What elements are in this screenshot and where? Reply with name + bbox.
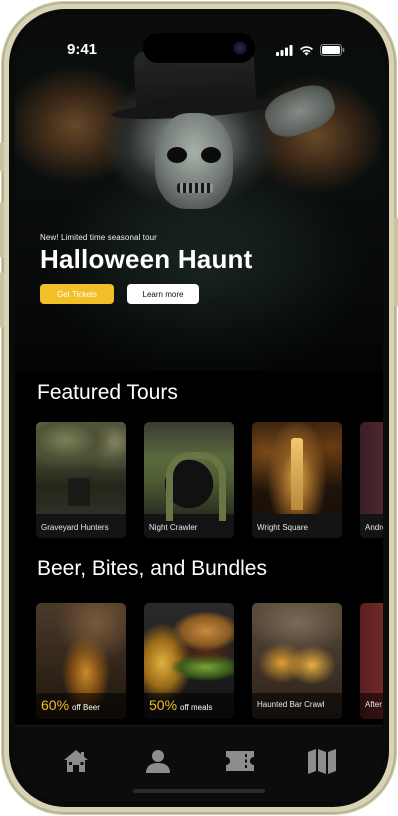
tab-bar <box>15 725 383 801</box>
screen: New! Limited time seasonal tour Hallowee… <box>15 15 383 801</box>
map-icon <box>308 749 336 774</box>
tour-image <box>144 422 234 521</box>
tour-label: Andre <box>365 523 383 532</box>
tab-map[interactable] <box>302 744 342 778</box>
get-tickets-button[interactable]: Get Tickets <box>40 284 114 304</box>
status-bar: 9:41 <box>15 15 383 63</box>
dynamic-island <box>143 33 255 63</box>
featured-tours-carousel[interactable]: Graveyard Hunters Night Crawler Wright S… <box>36 422 383 538</box>
tour-card[interactable]: Andre <box>360 422 383 538</box>
bundle-card[interactable]: 60% off Beer <box>36 603 126 719</box>
bundle-label: After <box>365 700 382 709</box>
promo-label: off Beer <box>72 703 100 712</box>
bundle-card[interactable]: Haunted Bar Crawl <box>252 603 342 719</box>
home-icon <box>64 750 88 772</box>
tab-list <box>15 744 383 778</box>
tour-label: Night Crawler <box>149 523 198 532</box>
promo-text: 60% off Beer <box>41 697 100 713</box>
phone-frame: New! Limited time seasonal tour Hallowee… <box>0 2 398 814</box>
tab-home[interactable] <box>56 744 96 778</box>
tour-label: Graveyard Hunters <box>41 523 109 532</box>
home-indicator[interactable] <box>133 789 265 793</box>
tour-card[interactable]: Wright Square <box>252 422 342 538</box>
tab-profile[interactable] <box>138 744 178 778</box>
hero-eyebrow: New! Limited time seasonal tour <box>40 233 157 242</box>
status-icons <box>276 44 345 56</box>
bundles-title: Beer, Bites, and Bundles <box>37 557 267 580</box>
promo-percent: 50% <box>149 697 178 713</box>
hero-banner[interactable]: New! Limited time seasonal tour Hallowee… <box>15 15 383 371</box>
bezel: New! Limited time seasonal tour Hallowee… <box>9 9 389 807</box>
volume-down-button <box>0 272 4 328</box>
learn-more-button[interactable]: Learn more <box>127 284 199 304</box>
battery-icon <box>320 44 345 56</box>
hero-text: New! Limited time seasonal tour Hallowee… <box>40 233 252 275</box>
tour-card[interactable]: Graveyard Hunters <box>36 422 126 538</box>
bundle-card[interactable]: After <box>360 603 383 719</box>
hero-shade <box>15 15 383 371</box>
tour-image <box>252 422 342 514</box>
power-button <box>394 217 398 307</box>
profile-icon <box>146 750 170 773</box>
side-button <box>0 142 4 172</box>
ticket-icon <box>226 751 254 771</box>
tab-tickets[interactable] <box>220 744 260 778</box>
promo-percent: 60% <box>41 697 70 713</box>
bundle-label: Haunted Bar Crawl <box>257 700 325 709</box>
tour-image <box>360 422 383 514</box>
bundle-card[interactable]: 50% off meals <box>144 603 234 719</box>
camera-icon <box>233 41 247 55</box>
promo-label: off meals <box>180 703 213 712</box>
bundles-carousel[interactable]: 60% off Beer 50% off meals Haunted Bar C… <box>36 603 383 719</box>
promo-text: 50% off meals <box>149 697 212 713</box>
volume-up-button <box>0 202 4 258</box>
hero-buttons: Get Tickets Learn more <box>40 284 199 304</box>
tour-image <box>36 422 126 514</box>
tour-card[interactable]: Night Crawler <box>144 422 234 538</box>
signal-icon <box>276 44 293 56</box>
hero-title: Halloween Haunt <box>40 244 253 274</box>
featured-tours-title: Featured Tours <box>37 381 178 404</box>
status-time: 9:41 <box>67 41 98 58</box>
tour-label: Wright Square <box>257 523 308 532</box>
wifi-icon <box>300 45 313 55</box>
